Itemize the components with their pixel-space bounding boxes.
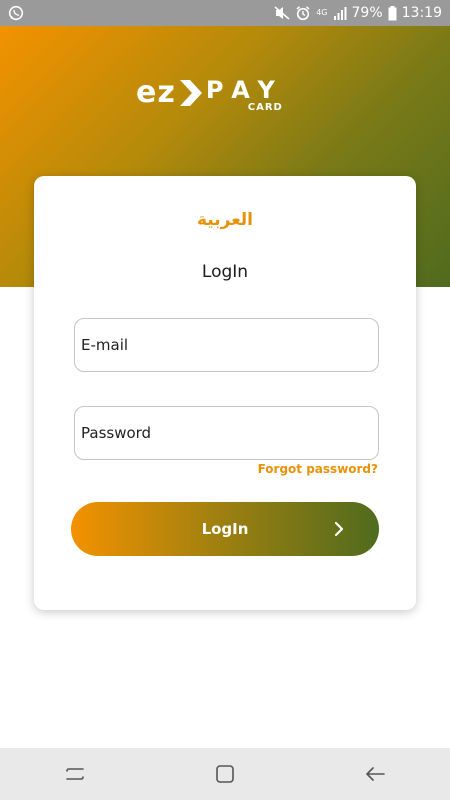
login-title: LogIn: [201, 262, 249, 282]
email-field[interactable]: [74, 318, 379, 372]
status-left: [8, 5, 24, 21]
language-toggle-link[interactable]: العربية: [34, 210, 416, 230]
forgot-password-link[interactable]: Forgot password?: [258, 462, 378, 476]
recent-apps-icon[interactable]: [55, 754, 95, 794]
logo-card-text: CARD: [247, 102, 283, 113]
battery-icon: [388, 5, 397, 21]
alarm-icon: [295, 5, 311, 21]
logo-arrow-icon: [178, 78, 204, 112]
status-right: 4G 79% 13:19: [274, 5, 442, 21]
battery-percent: 79%: [351, 5, 383, 21]
email-input[interactable]: [81, 336, 378, 354]
navigation-bar: [0, 748, 450, 800]
password-field[interactable]: [74, 406, 379, 460]
ezpay-logo: ez PAY CARD: [136, 78, 316, 118]
login-button-label: LogIn: [201, 520, 249, 538]
password-input[interactable]: [81, 424, 378, 442]
home-icon[interactable]: [205, 754, 245, 794]
network-type: 4G: [316, 8, 328, 17]
chevron-right-icon: [331, 521, 347, 537]
status-time: 13:19: [401, 5, 442, 21]
logo-ez-text: ez: [136, 75, 176, 110]
mute-icon: [274, 6, 290, 20]
whatsapp-icon: [8, 5, 24, 21]
logo-right-block: PAY CARD: [206, 78, 285, 114]
login-card: العربية LogIn Forgot password? LogIn: [34, 176, 416, 610]
status-bar: 4G 79% 13:19: [0, 0, 450, 26]
back-icon[interactable]: [355, 754, 395, 794]
login-button[interactable]: LogIn: [71, 502, 379, 556]
logo-pay-text: PAY: [205, 76, 285, 104]
signal-icon: [333, 6, 347, 20]
